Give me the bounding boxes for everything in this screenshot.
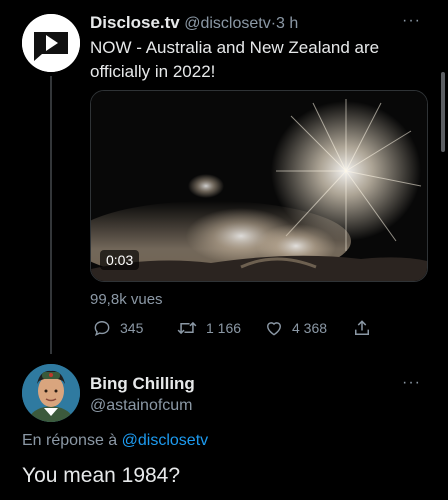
reply-button[interactable]: 345 xyxy=(92,318,143,338)
like-count: 4 368 xyxy=(292,320,328,336)
thread-line xyxy=(50,76,52,354)
video-duration-badge: 0:03 xyxy=(100,250,140,270)
reply-prefix: En réponse à xyxy=(22,432,118,449)
avatar-disclosetv[interactable] xyxy=(22,14,80,72)
retweet-count: 1 166 xyxy=(206,320,242,336)
profile-photo xyxy=(22,364,80,422)
reply-more-options-icon[interactable]: ··· xyxy=(402,374,421,392)
tweet-time[interactable]: 3 h xyxy=(276,15,298,32)
comment-icon xyxy=(94,321,110,336)
tweet-text: NOW - Australia and New Zealand are offi… xyxy=(90,38,380,81)
reply-text: You mean 1984? xyxy=(22,464,181,487)
author-handle[interactable]: @disclosetv xyxy=(184,15,271,32)
retweet-button[interactable]: 1 166 xyxy=(176,318,241,338)
disclosetv-logo-icon xyxy=(22,14,80,72)
tweet-video[interactable] xyxy=(90,90,428,282)
heart-icon xyxy=(267,322,281,336)
share-icon xyxy=(355,320,369,335)
share-button[interactable] xyxy=(352,318,372,338)
retweet-icon xyxy=(177,321,197,335)
avatar-bing-chilling[interactable] xyxy=(22,364,80,422)
author-name[interactable]: Disclose.tv xyxy=(90,13,180,32)
fireworks-video-frame xyxy=(91,91,427,281)
reply-author-handle[interactable]: @astainofcum xyxy=(90,397,193,415)
view-count: 99,8k vues xyxy=(90,291,163,308)
scrollbar-thumb[interactable] xyxy=(441,72,445,152)
reply-author-name[interactable]: Bing Chilling xyxy=(90,374,195,394)
reply-count: 345 xyxy=(120,320,144,336)
more-options-icon[interactable]: ··· xyxy=(402,12,421,30)
tweet-header: Disclose.tv @disclosetv·3 h xyxy=(90,13,298,33)
like-button[interactable]: 4 368 xyxy=(264,318,327,338)
reply-context: En réponse à @disclosetv xyxy=(22,432,208,450)
reply-target-link[interactable]: @disclosetv xyxy=(122,432,209,449)
